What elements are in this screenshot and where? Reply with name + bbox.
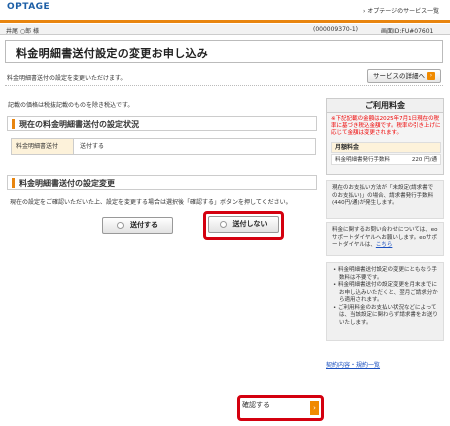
note-text: 料金明細書送付の設定変更を月末までにお申し込みいただくと、翌月ご請求分から適用さ… bbox=[338, 282, 438, 303]
note-item: • 料金明細書送付の設定変更を月末までにお申し込みいただくと、翌月ご請求分から適… bbox=[333, 282, 438, 303]
services-list-link[interactable]: › オプテージのサービス一覧 bbox=[363, 6, 439, 15]
change-setting-heading: 料金明細書送付の設定変更 bbox=[7, 175, 317, 190]
note-item: • ご利用料金のお支払い状況などによっては、当該設定に関わらず請求書をお送りいた… bbox=[333, 304, 438, 326]
change-setting-heading-text: 料金明細書送付の設定変更 bbox=[19, 179, 115, 188]
current-status-row: 料金明細書送付 送付する bbox=[11, 138, 316, 155]
arrow-right-icon: › bbox=[310, 401, 319, 415]
current-status-heading-text: 現在の料金明細書送付の設定状況 bbox=[19, 120, 139, 129]
page-subtitle: 料金明細書送付の設定を変更いただけます。 bbox=[7, 75, 127, 82]
change-description: 現在の設定をご確認いただいた上、設定を変更する場合は選択後「確認する」ボタンを押… bbox=[10, 199, 292, 206]
heading-accent-bar bbox=[12, 119, 15, 129]
logo-text: OPTAGE bbox=[7, 2, 51, 12]
note-item: • 料金明細書送付設定の変更にともなう手数料は不要です。 bbox=[333, 267, 438, 281]
notes-box: • 料金明細書送付設定の変更にともなう手数料は不要です。 • 料金明細書送付の設… bbox=[326, 262, 444, 341]
monthly-fee-label: 月額料金 bbox=[331, 142, 441, 153]
option-no-send-label: 送付しない bbox=[232, 220, 268, 228]
invoice-fee-info: 現在のお支払い方法が「未設定(請求書でのお支払い)」の場合、請求書発行手数料(4… bbox=[326, 180, 444, 219]
pricing-heading: ご利用料金 bbox=[327, 99, 443, 113]
fee-row: 料金明細書発行手数料 220 円/通 bbox=[331, 154, 441, 165]
support-link[interactable]: こちら bbox=[376, 242, 393, 248]
customer-id: (000009370-1) bbox=[313, 26, 359, 33]
current-status-heading: 現在の料金明細書送付の設定状況 bbox=[7, 116, 317, 131]
service-detail-button[interactable]: サービスの詳細へ › bbox=[367, 69, 441, 83]
optage-logo[interactable]: OPTAGE bbox=[7, 2, 51, 18]
note-text: ご利用料金のお支払い状況などによっては、当該設定に関わらず請求書をお送りいたしま… bbox=[338, 304, 438, 326]
user-info-bar: 井尾 ○郎 様 (000009370-1) 画面ID:FU#07601 bbox=[0, 24, 450, 35]
page-title-box: 料金明細書送付設定の変更お申し込み bbox=[5, 40, 443, 63]
current-status-label: 料金明細書送付 bbox=[12, 139, 74, 154]
support-info: 料金に関するお問い合わせについては、eoサポートダイヤルへお願いします。eoサポ… bbox=[326, 222, 444, 256]
confirm-label: 確認する bbox=[242, 401, 270, 409]
confirm-button-face[interactable]: 確認する bbox=[242, 400, 320, 410]
invoice-fee-text: 現在のお支払い方法が「未設定(請求書でのお支払い)」の場合、請求書発行手数料(4… bbox=[332, 185, 434, 206]
current-status-value: 送付する bbox=[80, 143, 105, 150]
option-send-button[interactable]: 送付する bbox=[102, 217, 173, 234]
option-send-label: 送付する bbox=[130, 221, 158, 229]
confirm-button[interactable]: 確認する › bbox=[242, 400, 320, 416]
radio-icon[interactable] bbox=[219, 220, 227, 228]
radio-icon[interactable] bbox=[117, 221, 124, 229]
page-title: 料金明細書送付設定の変更お申し込み bbox=[16, 47, 209, 60]
arrow-right-icon: › bbox=[427, 72, 435, 80]
contract-terms-link[interactable]: 契約内容・規約一覧 bbox=[326, 360, 380, 369]
tax-note: 記載の価格は税抜記載のものを除き税込です。 bbox=[8, 102, 134, 109]
screen-id: 画面ID:FU#07601 bbox=[381, 28, 434, 35]
pricing-notice: ※下記記載の金額は2025年7月1日現在の税率に基づき税込金額です。税率の引き上… bbox=[331, 116, 441, 136]
fee-value: 220 円/通 bbox=[411, 157, 437, 163]
header-accent-line bbox=[0, 20, 450, 23]
fee-label: 料金明細書発行手数料 bbox=[335, 157, 391, 163]
pricing-box: ご利用料金 ※下記記載の金額は2025年7月1日現在の税率に基づき税込金額です。… bbox=[326, 98, 444, 175]
user-name: 井尾 ○郎 様 bbox=[6, 28, 40, 35]
option-no-send-button[interactable]: 送付しない bbox=[208, 216, 279, 233]
service-detail-label: サービスの詳細へ bbox=[373, 72, 425, 80]
note-text: 料金明細書送付設定の変更にともなう手数料は不要です。 bbox=[338, 267, 438, 281]
heading-accent-bar bbox=[12, 178, 15, 188]
